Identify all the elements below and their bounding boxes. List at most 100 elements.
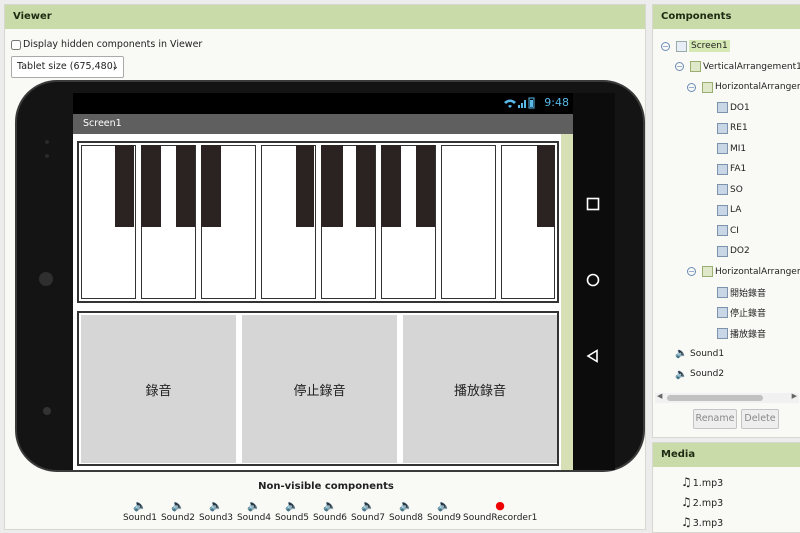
tree-node[interactable]: − VerticalArrangement1 (675, 60, 800, 74)
tree-node[interactable]: RE1 (717, 121, 748, 135)
nonvisible-components-row: 🔈 Sound1 🔈 Sound2 🔈 Sound3 🔈 Sound4 🔈 Sound5 … (121, 499, 537, 523)
display-hidden-checkbox[interactable] (11, 39, 21, 50)
camera-lens (43, 407, 51, 415)
nonvisible-label: Sound5 (274, 513, 310, 523)
nonvisible-soundrecorder1[interactable]: ● SoundRecorder1 (463, 499, 537, 523)
viewer-header: Viewer (5, 5, 645, 29)
speaker-icon: 🔈 (361, 499, 375, 512)
nonvisible-label: Sound6 (312, 513, 348, 523)
tree-node[interactable]: − HorizontalArrangement1 (687, 80, 800, 94)
tree-node[interactable]: DO1 (717, 101, 750, 115)
tree-node[interactable]: 開始錄音 (717, 285, 766, 299)
wifi-signal-battery-icon (503, 97, 535, 112)
tree-node[interactable]: 🔈 Sound2 (675, 367, 724, 381)
tree-node[interactable]: FA1 (717, 162, 746, 176)
tree-node[interactable]: SO (717, 183, 743, 197)
nonvisible-sound5[interactable]: 🔈 Sound5 (273, 499, 311, 523)
media-file[interactable]: ♫1.mp3 (681, 475, 723, 489)
media-file[interactable]: ♫3.mp3 (681, 515, 723, 529)
screen-title-bar: Screen1 (73, 114, 573, 134)
screen-scroll-strip (561, 134, 573, 470)
tree-node-label: Sound1 (690, 348, 725, 359)
components-header: Components (653, 5, 800, 29)
button-icon (717, 163, 728, 175)
nonvisible-sound1[interactable]: 🔈 Sound1 (121, 499, 159, 523)
tree-horizontal-scrollbar[interactable]: ◀ ▶ (655, 392, 799, 403)
tree-node[interactable]: − Screen1 (661, 39, 730, 53)
tree-node[interactable]: DO2 (717, 244, 750, 258)
music-note-icon: ♫ (681, 475, 692, 489)
tree-node-label: HorizontalArrangement1 (715, 82, 800, 92)
phone-screen: 9:48 Screen1 錄音 停止錄音 播放錄音 (73, 93, 573, 470)
piano-black-key (176, 145, 195, 227)
record-button[interactable]: 錄音 (81, 315, 236, 463)
tree-node-label: HorizontalArrangement2 (715, 266, 800, 277)
scroll-right-icon[interactable]: ▶ (792, 392, 797, 400)
tree-node[interactable]: 🔈 Sound1 (675, 347, 724, 361)
tree-node[interactable]: MI1 (717, 142, 746, 156)
delete-button[interactable]: Delete (741, 409, 779, 429)
chevron-down-icon: ⌄ (111, 62, 119, 72)
rename-button[interactable]: Rename (693, 409, 737, 429)
collapse-toggle-icon[interactable]: − (661, 41, 670, 51)
button-icon (717, 225, 728, 236)
recent-apps-icon[interactable] (586, 197, 600, 215)
phone-mockup: 9:48 Screen1 錄音 停止錄音 播放錄音 (15, 80, 645, 472)
nonvisible-sound9[interactable]: 🔈 Sound9 (425, 499, 463, 523)
nonvisible-label: SoundRecorder1 (463, 513, 538, 523)
piano-key-ci[interactable] (441, 145, 496, 299)
tree-node-label: DO1 (730, 102, 750, 113)
button-icon (717, 307, 728, 318)
stop-record-button[interactable]: 停止錄音 (242, 315, 397, 463)
tree-node-label: LA (730, 205, 742, 215)
nonvisible-sound4[interactable]: 🔈 Sound4 (235, 499, 273, 523)
viewer-panel: Viewer Display hidden components in View… (4, 4, 646, 530)
piano-black-key (115, 145, 134, 227)
nonvisible-label: Sound8 (388, 513, 424, 523)
tree-node[interactable]: 停止錄音 (717, 306, 766, 320)
media-file[interactable]: ♫2.mp3 (681, 495, 723, 509)
speaker-icon: 🔈 (399, 499, 413, 512)
tree-node-label: 停止錄音 (730, 309, 767, 319)
speaker-icon: 🔈 (285, 499, 299, 512)
nonvisible-label: Sound3 (198, 513, 234, 523)
button-icon (717, 102, 728, 113)
nonvisible-label: Sound7 (350, 513, 386, 523)
tree-node-label: FA1 (730, 164, 747, 174)
horizontal-arrangement-icon (702, 81, 713, 93)
tree-node[interactable]: − HorizontalArrangement2 (687, 265, 800, 279)
nonvisible-sound3[interactable]: 🔈 Sound3 (197, 499, 235, 523)
screen-size-select[interactable]: Tablet size (675,480) ⌄ (11, 56, 124, 78)
back-icon[interactable] (586, 349, 600, 367)
tree-node-label: Screen1 (689, 40, 730, 52)
screen-icon (676, 40, 687, 52)
tree-node-label: 開始錄音 (730, 288, 767, 299)
home-icon[interactable] (586, 273, 600, 291)
piano-black-key (321, 145, 343, 227)
piano-black-key (416, 145, 435, 227)
tree-node[interactable]: LA (717, 203, 741, 217)
nonvisible-sound2[interactable]: 🔈 Sound2 (159, 499, 197, 523)
nonvisible-sound6[interactable]: 🔈 Sound6 (311, 499, 349, 523)
nonvisible-label: Sound2 (160, 513, 196, 523)
nonvisible-sound7[interactable]: 🔈 Sound7 (349, 499, 387, 523)
tree-node[interactable]: CI (717, 224, 739, 238)
scroll-left-icon[interactable]: ◀ (657, 392, 662, 400)
scrollbar-thumb[interactable] (667, 395, 763, 401)
collapse-toggle-icon[interactable]: − (687, 82, 696, 92)
sound-icon: 🔈 (675, 368, 688, 380)
nonvisible-sound8[interactable]: 🔈 Sound8 (387, 499, 425, 523)
music-note-icon: ♫ (681, 515, 692, 529)
nonvisible-label: Sound1 (122, 513, 158, 523)
collapse-toggle-icon[interactable]: − (675, 62, 684, 71)
button-icon (717, 204, 728, 216)
play-record-button[interactable]: 播放錄音 (403, 315, 557, 463)
tree-node[interactable]: 播放錄音 (717, 326, 766, 340)
display-hidden-checkbox-row[interactable]: Display hidden components in Viewer (11, 39, 202, 50)
media-file-name: 3.mp3 (692, 518, 724, 529)
android-nav-bar (573, 93, 615, 470)
piano-keyboard (77, 141, 559, 303)
collapse-toggle-icon[interactable]: − (687, 267, 696, 276)
button-icon (717, 184, 728, 195)
button-icon (717, 327, 728, 339)
